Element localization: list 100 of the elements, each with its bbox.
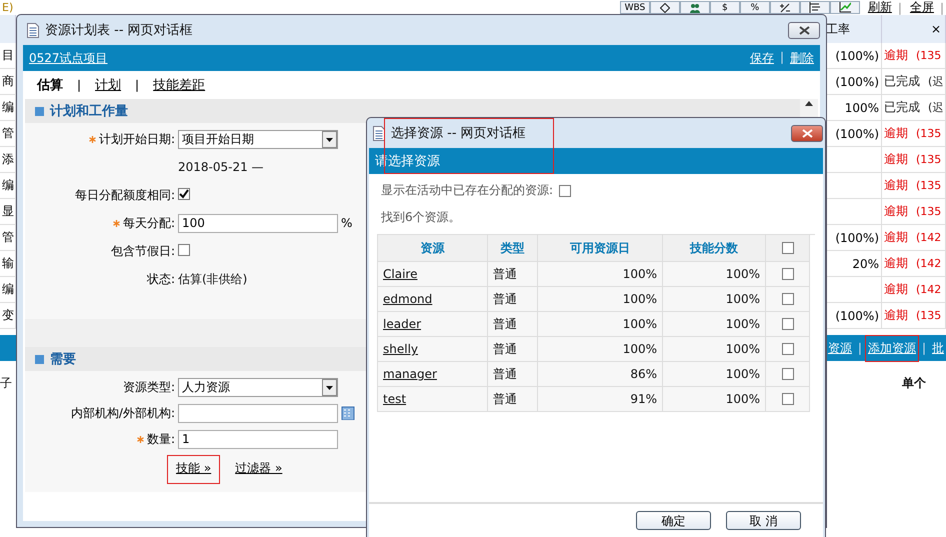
square-icon xyxy=(35,354,44,364)
table-cell: 100% xyxy=(726,317,760,331)
checkbox[interactable] xyxy=(782,393,794,405)
tab[interactable]: 估算 xyxy=(37,76,63,94)
status-note: (135 xyxy=(916,309,942,322)
status-note: (135 xyxy=(916,49,942,62)
toolbar-button[interactable] xyxy=(770,1,800,14)
toolbar-button[interactable] xyxy=(650,1,680,14)
close-icon xyxy=(802,128,812,138)
column-header: 类型 xyxy=(488,235,538,262)
status-note: (135 xyxy=(916,205,942,218)
action-link[interactable]: 批 xyxy=(930,336,946,360)
separator: | xyxy=(77,78,82,92)
diamond-icon xyxy=(660,2,670,12)
table-cell: 普通 xyxy=(493,340,517,358)
dropdown[interactable]: 人力资源 xyxy=(178,378,338,396)
link[interactable]: 技能 » xyxy=(167,455,220,484)
column-header: 可用资源日 xyxy=(538,235,663,262)
input-field[interactable] xyxy=(178,404,338,422)
building-icon[interactable] xyxy=(341,406,355,420)
table-cell: 普通 xyxy=(493,316,517,332)
document-icon xyxy=(27,22,39,38)
toolbar-button[interactable] xyxy=(830,1,860,14)
action-link[interactable]: 保存 xyxy=(750,50,774,66)
status-text: 逾期 xyxy=(884,307,908,324)
field-label: 资源类型: xyxy=(122,380,175,394)
link[interactable]: 过滤器 » xyxy=(226,455,292,484)
toolbar-link[interactable]: 刷新 xyxy=(868,0,892,16)
action-link[interactable]: 删除 xyxy=(790,50,814,66)
header-cell xyxy=(0,15,16,43)
status-note: (迟 xyxy=(928,74,944,89)
close-icon xyxy=(798,26,810,34)
resource-link[interactable]: test xyxy=(383,392,406,406)
list-icon xyxy=(808,2,821,13)
ok-button[interactable]: 确定 xyxy=(636,510,711,530)
table-cell: 普通 xyxy=(493,366,517,382)
table-cell: 普通 xyxy=(493,390,517,408)
column-header: 技能分数 xyxy=(663,235,766,262)
checkbox[interactable] xyxy=(782,343,794,355)
dropdown-caret-icon[interactable] xyxy=(322,378,337,396)
plus-minus-icon xyxy=(778,2,791,12)
select-all-checkbox[interactable] xyxy=(782,242,794,254)
cancel-button[interactable]: 取 消 xyxy=(726,510,801,530)
input-field[interactable]: 1 xyxy=(178,430,338,448)
resource-link[interactable]: shelly xyxy=(383,342,418,356)
checkbox[interactable] xyxy=(782,268,794,280)
table-cell: 普通 xyxy=(493,290,517,308)
checkbox[interactable] xyxy=(782,368,794,380)
field-label: 每天分配: xyxy=(122,216,175,230)
status-note: (135 xyxy=(916,179,942,192)
checkbox[interactable] xyxy=(782,318,794,330)
close-button[interactable] xyxy=(791,124,823,142)
separator: | xyxy=(898,0,902,14)
tab[interactable]: 计划 xyxy=(95,76,122,94)
field-label: 包含节假日: xyxy=(110,244,175,258)
toolbar-button[interactable]: $ xyxy=(710,1,740,14)
checkbox[interactable] xyxy=(178,188,190,200)
section-title: 计划和工作量 xyxy=(50,103,128,120)
action-link[interactable]: 资源 xyxy=(826,336,854,360)
resource-link[interactable]: leader xyxy=(383,317,422,331)
table-cell: 子 xyxy=(0,375,12,392)
checkbox[interactable] xyxy=(782,293,794,305)
toolbar-button[interactable] xyxy=(800,1,830,14)
status-text: 逾期 xyxy=(884,125,908,142)
toolbar-link[interactable]: 全屏 xyxy=(910,0,934,16)
separator: | xyxy=(922,341,926,355)
up-arrow-icon[interactable] xyxy=(805,101,813,106)
status-text: 已完成 xyxy=(884,99,920,116)
status-text: 逾期 xyxy=(884,203,908,220)
document-icon xyxy=(373,126,385,140)
field-label: 内部机构/外部机构: xyxy=(70,406,175,420)
unit-label: % xyxy=(341,216,352,230)
status-text: 逾期 xyxy=(884,177,908,194)
input-field[interactable]: 100 xyxy=(178,214,338,232)
table-cell: 100% xyxy=(726,292,760,306)
tab[interactable]: 技能差距 xyxy=(153,76,206,94)
status-note: (135 xyxy=(916,127,942,140)
toolbar-button[interactable]: WBS xyxy=(620,1,650,14)
checkbox[interactable] xyxy=(178,244,190,256)
toolbar-button[interactable]: % xyxy=(740,1,770,14)
checkbox[interactable] xyxy=(559,184,572,196)
separator: | xyxy=(135,78,140,92)
field-label: 数量: xyxy=(146,432,175,446)
table-cell: 91% xyxy=(630,392,657,406)
project-link[interactable]: 0527试点项目 xyxy=(29,50,108,66)
column-label: 单个 xyxy=(902,375,926,392)
corner-text: E) xyxy=(2,1,14,14)
field-label: 计划开始日期: xyxy=(98,132,175,146)
result-count: 找到6个资源。 xyxy=(381,209,461,226)
dropdown-caret-icon[interactable] xyxy=(322,130,337,148)
status-value: 估算(非供给) xyxy=(178,270,248,288)
dropdown[interactable]: 项目开始日期 xyxy=(178,130,338,148)
status-text: 逾期 xyxy=(884,229,908,246)
section-title: 需要 xyxy=(50,351,76,368)
table-cell: 100% xyxy=(726,267,760,281)
close-button[interactable] xyxy=(788,22,820,38)
resource-link[interactable]: Claire xyxy=(383,267,418,281)
table-cell: 100% xyxy=(726,342,760,356)
separator: | xyxy=(858,341,862,355)
action-link[interactable]: 添加资源 xyxy=(866,336,918,360)
